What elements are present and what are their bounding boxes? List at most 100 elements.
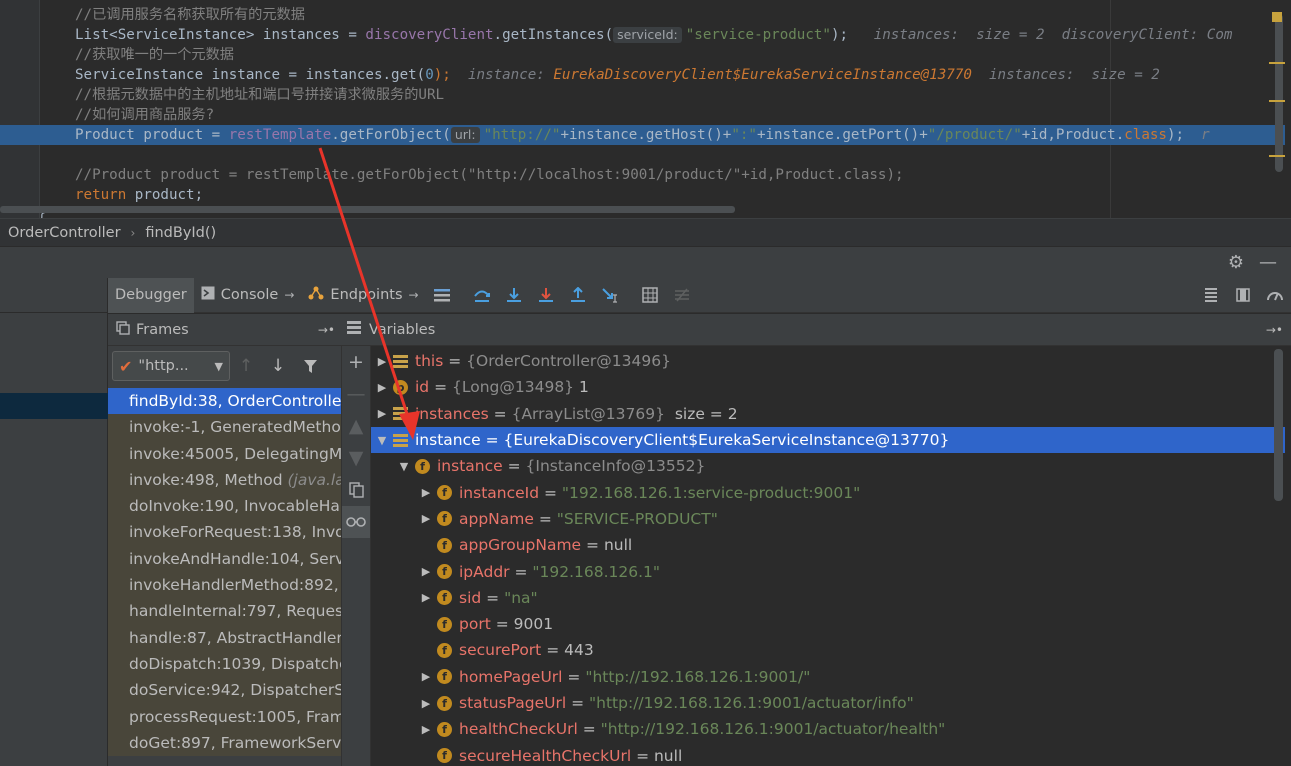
frame-item[interactable]: findById:38, OrderController <box>108 388 341 415</box>
error-stripe-mark[interactable] <box>1269 62 1285 64</box>
expand-arrow-icon[interactable]: ▶ <box>375 355 389 368</box>
breadcrumb-method[interactable]: findById() <box>145 225 216 241</box>
expand-arrow-icon[interactable]: ▶ <box>419 486 433 499</box>
minimize-icon[interactable]: — <box>1256 251 1280 275</box>
frame-item[interactable]: processRequest:1005, Frame <box>108 703 341 730</box>
variable-row[interactable]: ▶ f homePageUrl = "http://192.168.126.1:90… <box>371 664 1285 690</box>
evaluate-expression-icon[interactable] <box>634 278 666 313</box>
field-icon: f <box>437 721 452 737</box>
code-token: ); <box>1166 127 1185 143</box>
restore-layout-icon[interactable] <box>1227 278 1259 313</box>
variable-row[interactable]: ▶ p id = {Long@13498} 1 <box>371 374 1285 400</box>
thread-select[interactable]: ✔ "http... ▼ <box>112 351 230 381</box>
variable-row[interactable]: f securePort = 443 <box>371 637 1285 663</box>
frame-item[interactable]: invokeHandlerMethod:892, R <box>108 572 341 599</box>
expand-arrow-icon[interactable]: ▶ <box>419 670 433 683</box>
frame-item[interactable]: invoke:498, Method (java.lan <box>108 466 341 494</box>
step-out-icon[interactable] <box>562 278 594 313</box>
code-token: Product product = <box>75 127 229 143</box>
error-stripe-indicator[interactable] <box>1272 12 1282 22</box>
pin-icon[interactable]: →• <box>318 323 335 337</box>
editor-horizontal-scrollbar[interactable] <box>0 206 735 213</box>
breadcrumb-class[interactable]: OrderController <box>8 225 121 241</box>
collapse-arrow-icon[interactable]: ▼ <box>397 460 411 473</box>
debug-session-sidebar <box>0 278 108 766</box>
force-step-into-icon[interactable] <box>530 278 562 313</box>
variable-row[interactable]: ▶ this = {OrderController@13496} <box>371 348 1285 374</box>
variable-row[interactable]: f appGroupName = null <box>371 532 1285 558</box>
remove-watch-icon[interactable]: — <box>342 378 370 410</box>
frame-package: (java.lan <box>287 470 341 489</box>
variable-row[interactable]: ▶ f healthCheckUrl = "http://192.168.126.1… <box>371 716 1285 742</box>
step-into-icon[interactable] <box>498 278 530 313</box>
run-to-cursor-icon[interactable] <box>594 278 626 313</box>
variable-row[interactable]: ▼ instance = {EurekaDiscoveryClient$Eurek… <box>371 426 1285 454</box>
frame-item[interactable]: doDispatch:1039, Dispatcher <box>108 650 341 678</box>
frame-item[interactable]: doGet:897, FrameworkServle <box>108 729 341 757</box>
expand-arrow-icon[interactable]: ▶ <box>375 381 389 394</box>
frame-item[interactable]: doService:942, DispatcherSe <box>108 677 341 704</box>
variable-name: sid <box>459 588 482 607</box>
new-watch-icon[interactable]: + <box>342 346 370 378</box>
expand-arrow-icon[interactable]: ▶ <box>419 697 433 710</box>
arrow-down-icon[interactable]: ↓ <box>262 351 294 381</box>
pin-icon[interactable]: →• <box>1266 323 1283 337</box>
variable-row[interactable]: ▶ f instanceId = "192.168.126.1:service-pr… <box>371 480 1285 506</box>
tab-endpoints[interactable]: Endpoints → <box>301 278 425 313</box>
expand-arrow-icon[interactable]: ▶ <box>419 565 433 578</box>
expand-arrow-icon[interactable]: ▶ <box>419 591 433 604</box>
frame-item[interactable]: handleInternal:797, RequestM <box>108 598 341 625</box>
layout-icon[interactable] <box>1195 278 1227 313</box>
trace-stream-icon[interactable] <box>666 278 698 313</box>
code-line-2: List<ServiceInstance> instances = discov… <box>75 25 1232 45</box>
code-token: return <box>75 187 127 203</box>
code-token: .getInstances( <box>493 27 614 43</box>
frame-item[interactable]: invokeAndHandle:104, Servle <box>108 545 341 573</box>
variable-row[interactable]: f port = 9001 <box>371 611 1285 637</box>
variable-row[interactable]: ▶ f statusPageUrl = "http://192.168.126.1:… <box>371 690 1285 716</box>
variables-tree[interactable]: ▶ this = {OrderController@13496} ▶ p id = {L… <box>371 346 1291 766</box>
variable-name: securePort <box>459 641 542 660</box>
glasses-icon[interactable] <box>342 506 370 538</box>
copy-icon[interactable] <box>342 474 370 506</box>
variable-row[interactable]: ▼ f instance = {InstanceInfo@13552} <box>371 453 1285 479</box>
variable-row[interactable]: ▶ f sid = "na" <box>371 585 1285 611</box>
collapse-arrow-icon[interactable]: ▼ <box>375 434 389 447</box>
tab-console[interactable]: Console → <box>194 278 302 313</box>
variable-row[interactable]: ▶ f ipAddr = "192.168.126.1" <box>371 558 1285 584</box>
step-over-icon[interactable] <box>466 278 498 313</box>
tab-debugger[interactable]: Debugger <box>108 277 194 313</box>
show-execution-point-icon[interactable] <box>426 278 458 313</box>
variable-value: null <box>653 746 683 765</box>
memory-gauge-icon[interactable] <box>1259 278 1291 313</box>
session-selection[interactable] <box>0 393 108 419</box>
code-editor[interactable]: //已调用服务名称获取所有的元数据 List<ServiceInstance> … <box>0 0 1291 218</box>
expand-arrow-icon[interactable]: ▶ <box>375 407 389 420</box>
move-down-icon[interactable]: ▼ <box>342 442 370 474</box>
editor-gutter[interactable] <box>0 0 40 218</box>
code-token: discoveryClient <box>365 27 494 43</box>
frame-item[interactable]: invoke:-1, GeneratedMethod <box>108 414 341 441</box>
variable-row[interactable]: ▶ f appName = "SERVICE-PRODUCT" <box>371 506 1285 532</box>
gear-icon[interactable]: ⚙ <box>1224 251 1248 275</box>
frame-item[interactable]: handle:87, AbstractHandlerM <box>108 624 341 651</box>
pin-icon[interactable]: → <box>284 288 294 302</box>
frame-item[interactable]: invokeForRequest:138, Invoc <box>108 519 341 546</box>
arrow-up-icon[interactable]: ↑ <box>230 351 262 381</box>
frame-item[interactable]: invoke:45005, DelegatingMe <box>108 440 341 467</box>
variables-title: Variables <box>369 321 436 338</box>
object-icon <box>393 407 408 421</box>
variable-row[interactable]: ▶ instances = {ArrayList@13769} size = 2 <box>371 401 1285 427</box>
variables-scrollbar[interactable] <box>1274 349 1283 501</box>
expand-arrow-icon[interactable]: ▶ <box>419 512 433 525</box>
frame-item[interactable]: doInvoke:190, InvocableHand <box>108 493 341 520</box>
error-stripe-mark[interactable] <box>1269 100 1285 102</box>
move-up-icon[interactable]: ▲ <box>342 410 370 442</box>
filter-icon[interactable] <box>294 351 326 381</box>
variable-row[interactable]: f secureHealthCheckUrl = null <box>371 743 1285 766</box>
expand-arrow-icon[interactable]: ▶ <box>419 723 433 736</box>
pin-icon[interactable]: → <box>409 288 419 302</box>
editor-vertical-scrollbar[interactable] <box>1275 14 1283 172</box>
frame-label: invoke:45005, DelegatingMe <box>129 444 341 463</box>
error-stripe-mark[interactable] <box>1269 155 1285 157</box>
